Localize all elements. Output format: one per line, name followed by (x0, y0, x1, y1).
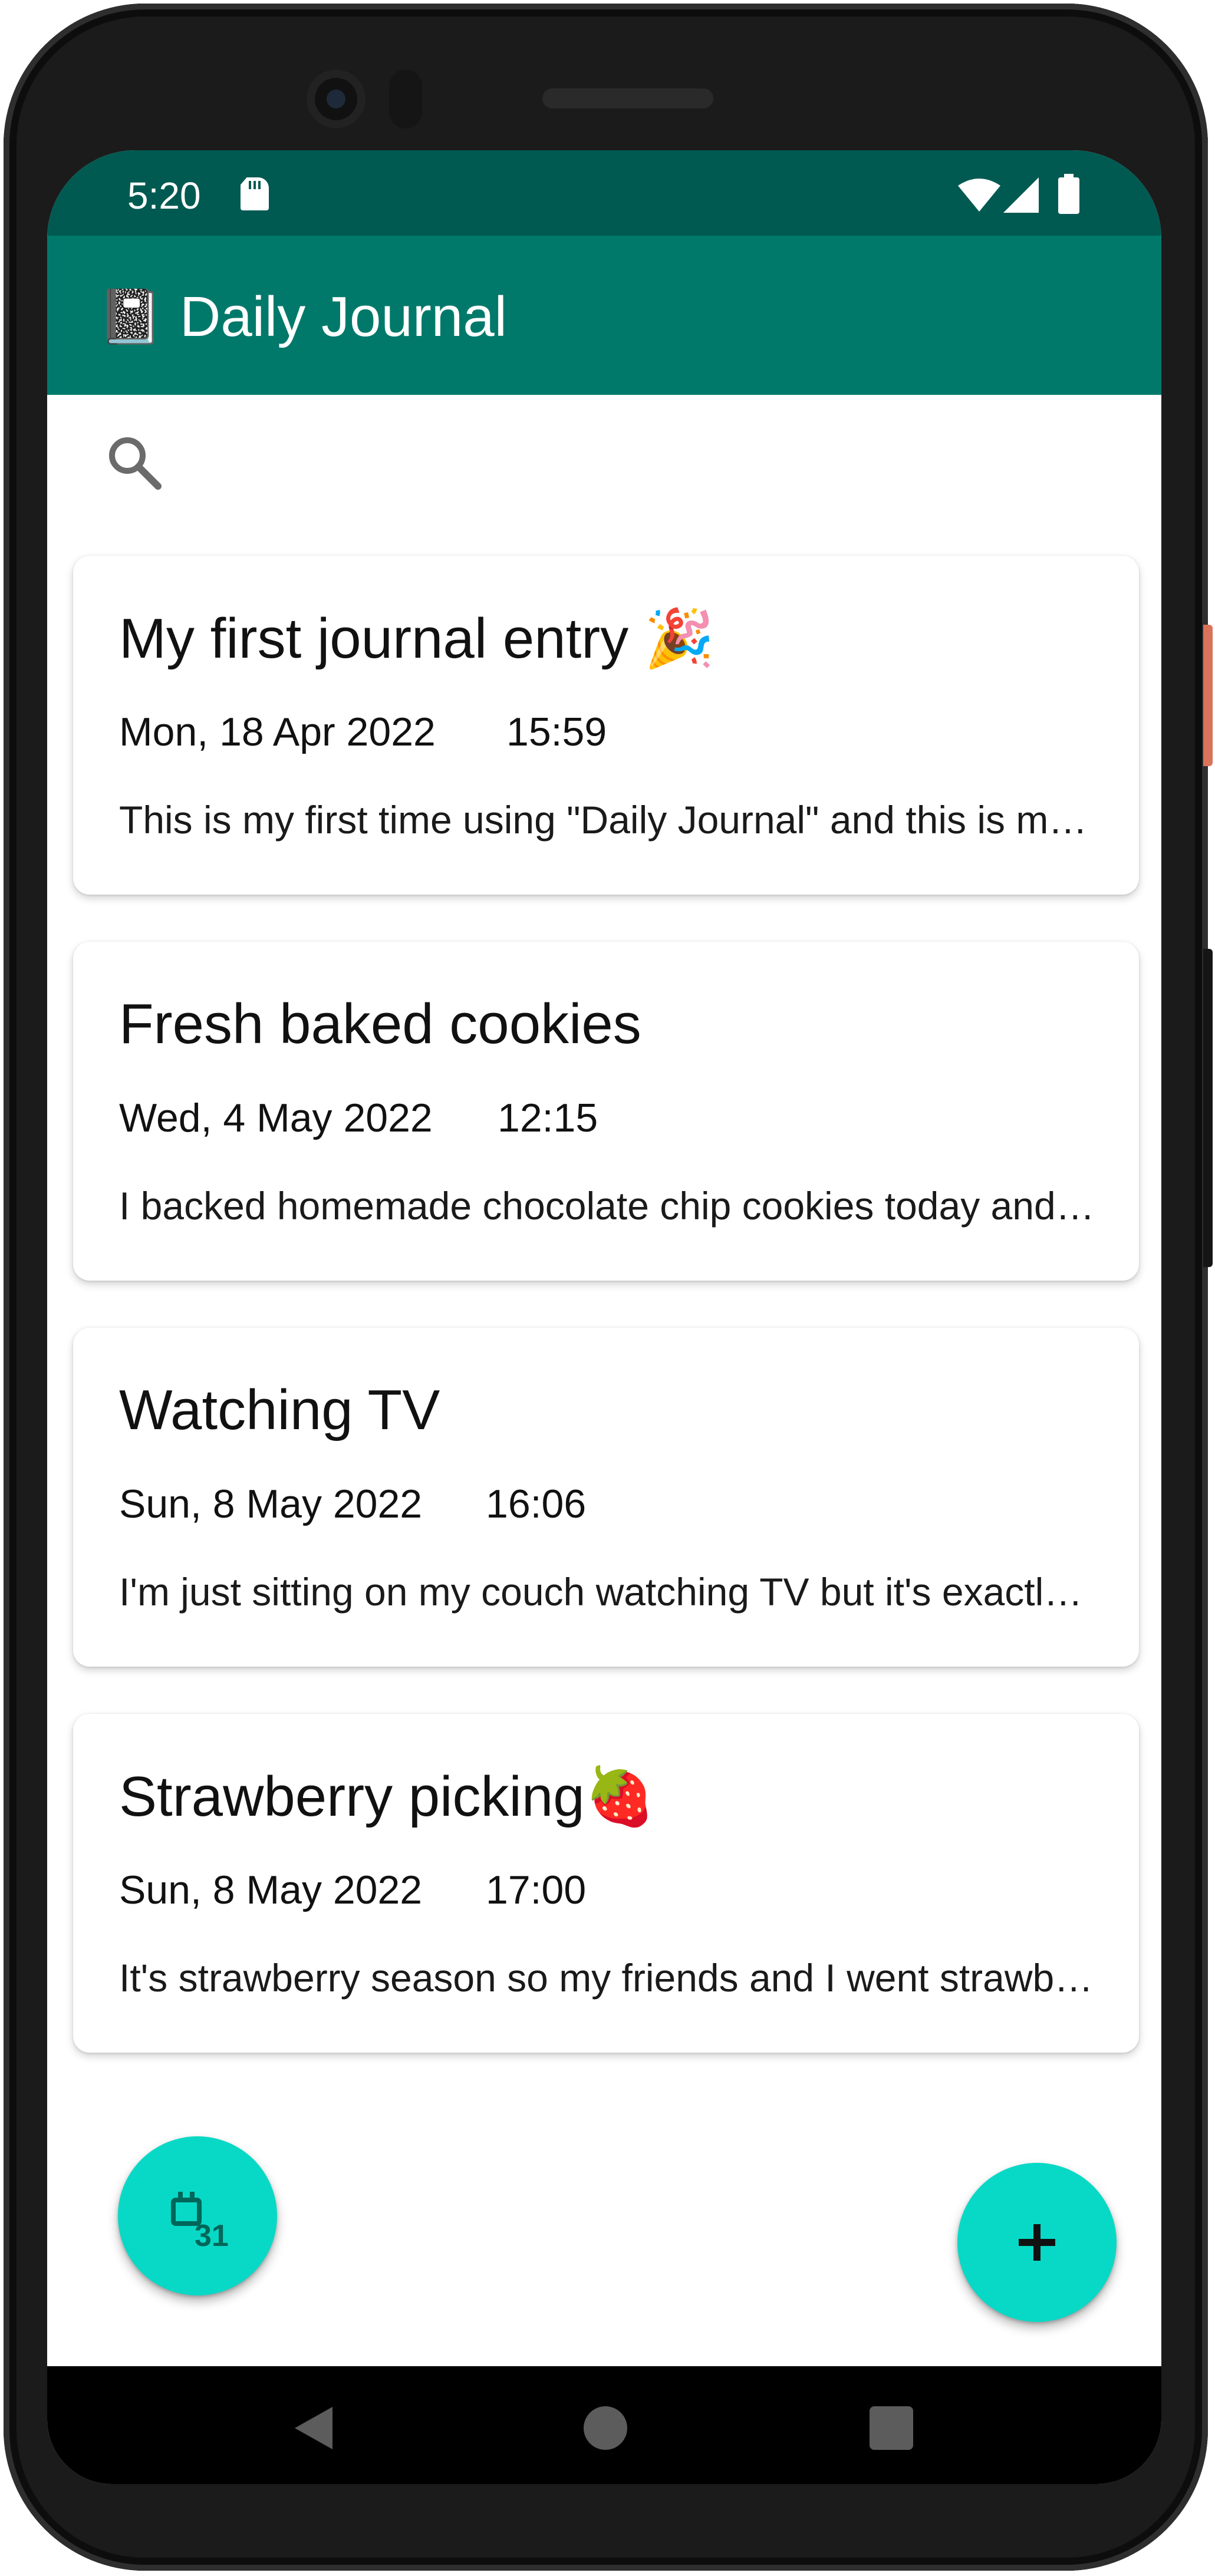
battery-icon (1058, 174, 1079, 214)
status-time: 5:20 (127, 174, 201, 217)
recents-icon[interactable] (870, 2406, 913, 2450)
entry-card[interactable]: Watching TV Sun, 8 May 2022 16:06 I'm ju… (73, 1328, 1139, 1667)
screen: 5:20 📓 Daily Journal My first journal en… (47, 150, 1161, 2484)
search-bar[interactable] (47, 395, 1161, 542)
entry-card[interactable]: My first journal entry 🎉 Mon, 18 Apr 202… (73, 556, 1139, 895)
entry-date: Wed, 4 May 2022 (119, 1096, 433, 1140)
volume-button (1203, 949, 1213, 1267)
entry-title: Fresh baked cookies (119, 992, 641, 1056)
app-title: Daily Journal (180, 285, 507, 348)
home-icon[interactable] (584, 2406, 627, 2450)
entry-title: Strawberry picking🍓 (119, 1765, 656, 1828)
entry-date: Sun, 8 May 2022 (119, 1868, 423, 1912)
entry-time: 12:15 (498, 1096, 598, 1140)
calendar-fab-button[interactable]: 31 (118, 2136, 277, 2295)
wifi-icon (958, 179, 1000, 212)
add-icon (1019, 2224, 1055, 2261)
app-bar: 📓 Daily Journal (47, 236, 1161, 395)
phone-frame: 5:20 📓 Daily Journal My first journal en… (0, 0, 1215, 2576)
search-icon[interactable] (105, 433, 164, 492)
entry-title: Watching TV (119, 1378, 440, 1442)
entry-time: 16:06 (486, 1482, 587, 1526)
entry-title: My first journal entry 🎉 (119, 607, 715, 670)
entry-preview: It's strawberry season so my friends and… (119, 1956, 1098, 2000)
power-button (1203, 625, 1213, 766)
signal-icon (1003, 177, 1039, 213)
svg-text:31: 31 (195, 2219, 229, 2248)
entry-preview: I'm just sitting on my couch watching TV… (119, 1570, 1098, 1614)
entry-preview: This is my first time using "Daily Journ… (119, 798, 1098, 842)
entry-date: Mon, 18 Apr 2022 (119, 710, 436, 754)
entry-time: 17:00 (486, 1868, 587, 1912)
add-entry-fab-button[interactable] (957, 2163, 1117, 2322)
entry-card[interactable]: Strawberry picking🍓 Sun, 8 May 2022 17:0… (73, 1714, 1139, 2053)
entry-time: 15:59 (506, 710, 607, 754)
sd-card-icon (241, 177, 269, 210)
system-nav-bar (47, 2366, 1161, 2484)
calendar-31-icon: 31 (171, 2192, 229, 2248)
proximity-sensor (389, 70, 422, 128)
status-bar: 5:20 (47, 150, 1161, 236)
entry-preview: I backed homemade chocolate chip cookies… (119, 1184, 1098, 1228)
back-icon[interactable] (290, 2405, 337, 2452)
entry-date: Sun, 8 May 2022 (119, 1482, 423, 1526)
front-camera (307, 70, 366, 128)
earpiece-speaker (542, 88, 713, 108)
notebook-icon: 📓 (97, 288, 164, 347)
entry-card[interactable]: Fresh baked cookies Wed, 4 May 2022 12:1… (73, 942, 1139, 1281)
